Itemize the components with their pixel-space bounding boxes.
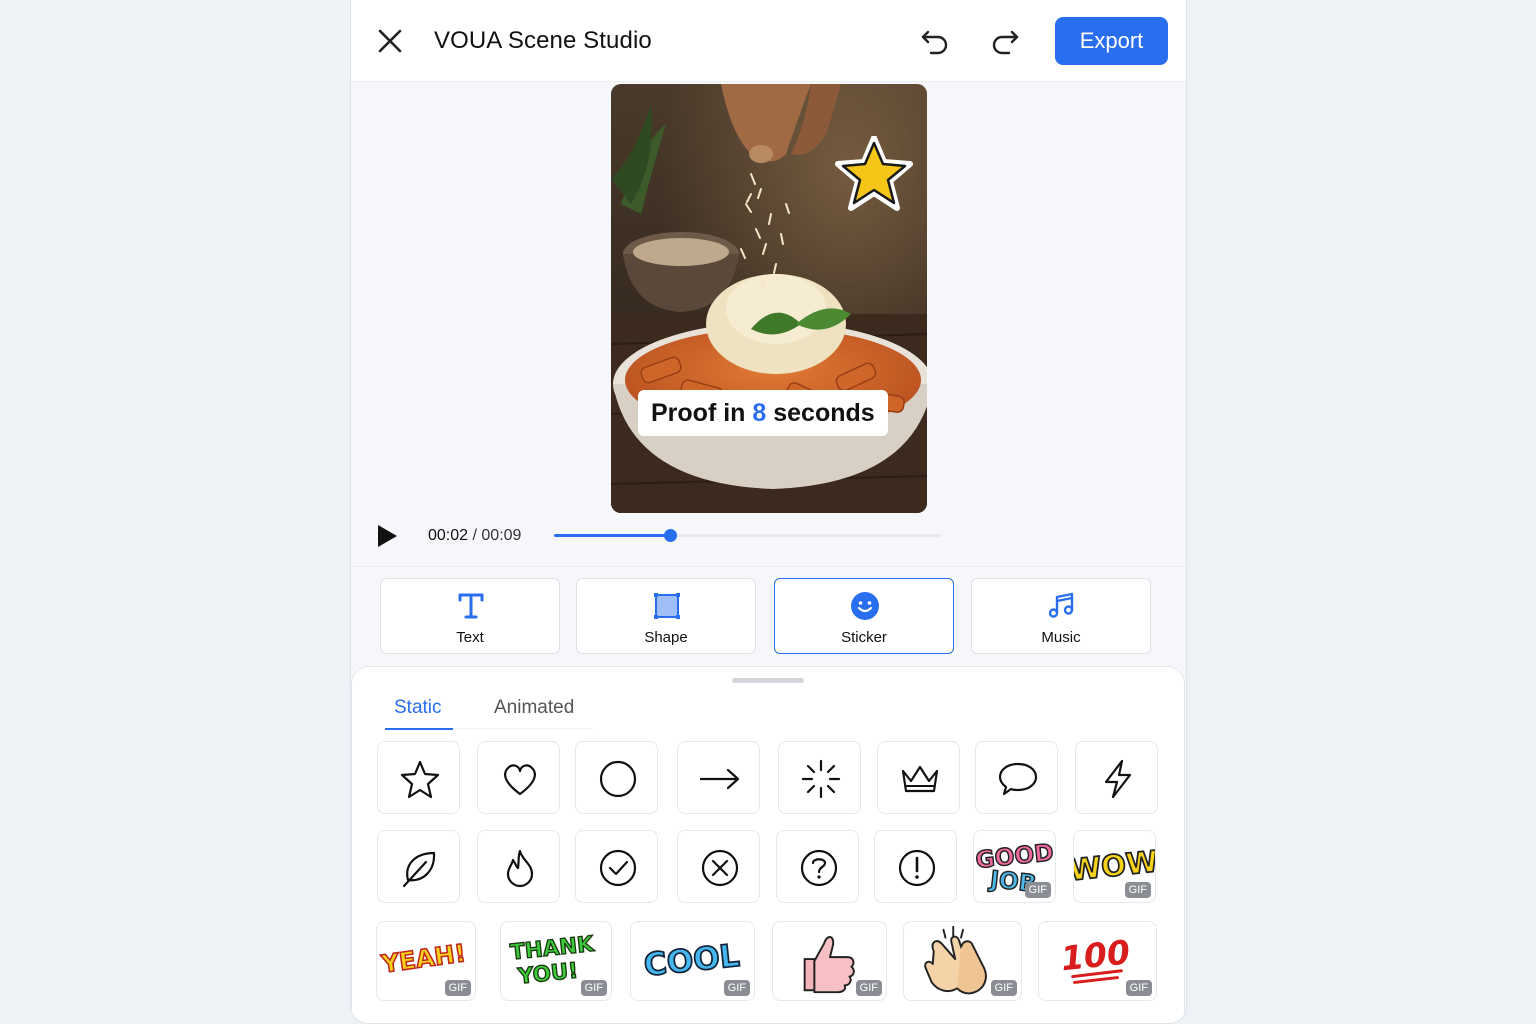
gif-badge: GIF [444, 980, 471, 996]
sticker-icon [851, 592, 879, 620]
shape-tool-button[interactable]: Shape [576, 578, 756, 654]
tab-animated[interactable]: Animated [494, 697, 574, 719]
time-separator: / [468, 527, 482, 544]
sticker-circle[interactable] [575, 741, 658, 814]
sticker-flame[interactable] [477, 830, 560, 903]
text-icon [458, 593, 484, 619]
clapping-hands-sticker[interactable]: GIF [903, 921, 1022, 1001]
check-circle-icon [599, 849, 637, 887]
lightning-icon [1104, 759, 1132, 799]
sticker-leaf[interactable] [377, 830, 460, 903]
sticker-exclamation[interactable] [874, 830, 957, 903]
tab-static[interactable]: Static [394, 697, 442, 719]
music-tool-button[interactable]: Music [971, 578, 1151, 654]
burst-icon [801, 759, 841, 799]
sticker-speech-bubble[interactable] [975, 741, 1058, 814]
sticker-x[interactable] [677, 830, 760, 903]
caption-part-1: Proof in [651, 399, 753, 427]
sticker-crown[interactable] [877, 741, 960, 814]
speech-bubble-icon [998, 762, 1038, 796]
exclamation-circle-icon [898, 849, 936, 887]
redo-icon[interactable] [989, 26, 1021, 58]
thumbs-up-sticker[interactable]: GIF [772, 921, 887, 1001]
gif-badge: GIF [1024, 882, 1051, 898]
gif-badge: GIF [723, 980, 750, 996]
timeline-knob[interactable] [664, 529, 678, 542]
video-preview[interactable]: Proof in 8 seconds [611, 84, 927, 513]
drag-handle[interactable] [732, 678, 804, 683]
arrow-right-icon [700, 768, 740, 790]
tool-bar: Text Shape Sticker Music [351, 566, 1186, 666]
flame-icon [506, 849, 534, 888]
wow-text: WOW [1074, 844, 1155, 887]
app-title: VOUA Scene Studio [434, 27, 652, 54]
wow-sticker[interactable]: WOW GIF [1073, 830, 1156, 903]
crown-icon [901, 765, 939, 793]
shape-icon [654, 593, 680, 619]
text-tool-button[interactable]: Text [380, 578, 560, 654]
shape-tool-label: Shape [644, 629, 688, 646]
gif-badge: GIF [990, 980, 1017, 996]
leaf-icon [402, 851, 436, 888]
sticker-tool-label: Sticker [841, 629, 887, 646]
sticker-check[interactable] [575, 830, 658, 903]
sticker-tool-button[interactable]: Sticker [774, 578, 954, 654]
gif-badge: GIF [1124, 882, 1151, 898]
x-circle-icon [701, 849, 739, 887]
current-time: 00:02 [428, 527, 469, 544]
sticker-question[interactable] [776, 830, 859, 903]
star-sticker[interactable] [835, 136, 913, 212]
heart-icon [504, 764, 536, 796]
question-circle-icon [800, 849, 838, 887]
sticker-lightning[interactable] [1075, 741, 1158, 814]
active-tab-indicator [385, 728, 453, 730]
total-time: 00:09 [481, 527, 522, 544]
yeah-text: YEAH! [379, 938, 468, 979]
hundred-sticker[interactable]: 100 GIF [1038, 921, 1157, 1001]
sticker-heart[interactable] [477, 741, 560, 814]
sticker-panel: Static Animated GOOD JOB GIF WOW GIF YEA… [351, 666, 1185, 1023]
timeline-slider[interactable] [554, 529, 941, 542]
gif-badge: GIF [1125, 980, 1152, 996]
yeah-sticker[interactable]: YEAH! GIF [376, 921, 476, 1001]
sticker-burst[interactable] [778, 741, 861, 814]
caption-part-2: seconds [766, 399, 875, 427]
top-bar: VOUA Scene Studio Export [351, 0, 1186, 82]
tab-divider [453, 728, 593, 729]
caption-text[interactable]: Proof in 8 seconds [638, 390, 888, 436]
gif-badge: GIF [580, 980, 607, 996]
cool-text: COOL [642, 938, 741, 984]
editor-window: VOUA Scene Studio Export Proof in 8 seco… [350, 0, 1187, 1024]
caption-highlight: 8 [752, 399, 767, 427]
time-readout: 00:02 / 00:09 [428, 527, 521, 545]
music-tool-label: Music [1041, 629, 1081, 646]
star-icon [400, 760, 440, 799]
text-tool-label: Text [456, 629, 484, 646]
export-button[interactable]: Export [1055, 17, 1168, 65]
gif-badge: GIF [855, 980, 882, 996]
good-job-sticker[interactable]: GOOD JOB GIF [973, 830, 1056, 903]
undo-icon[interactable] [919, 26, 951, 58]
sticker-arrow[interactable] [677, 741, 760, 814]
circle-icon [599, 760, 637, 798]
thank-you-text-2: YOU! [516, 958, 579, 989]
sticker-star[interactable] [377, 741, 460, 814]
timeline-progress [554, 534, 671, 537]
thank-you-sticker[interactable]: THANK YOU! GIF [500, 921, 612, 1001]
play-icon[interactable] [375, 524, 399, 548]
close-icon[interactable] [375, 26, 405, 56]
cool-sticker[interactable]: COOL GIF [630, 921, 755, 1001]
music-icon [1048, 592, 1074, 618]
